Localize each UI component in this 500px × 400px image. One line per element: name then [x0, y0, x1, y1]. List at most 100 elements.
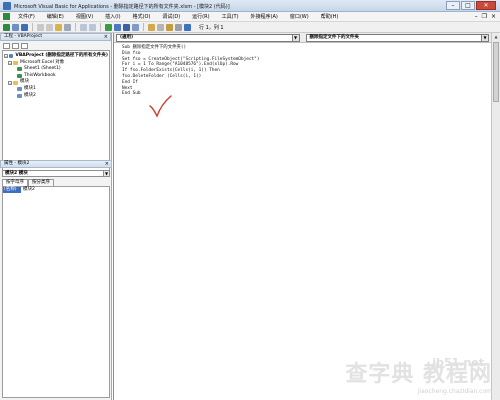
property-key: (名称): [3, 187, 21, 193]
project-explorer-icon[interactable]: [148, 23, 155, 31]
tree-node-label: 模块: [20, 79, 29, 85]
menu-file[interactable]: 文件(F): [12, 13, 41, 20]
toolbox-icon[interactable]: [175, 23, 182, 31]
properties-tabs: 按字母序 按分类序: [2, 179, 112, 186]
tree-node-project[interactable]: − VBAProject (删除指定路径下的所有文件夹): [4, 53, 108, 60]
menu-view[interactable]: 视图(V): [70, 13, 99, 20]
cursor-position: 行 1，列 1: [199, 24, 224, 31]
view-object-icon[interactable]: [12, 42, 19, 49]
object-combo[interactable]: (通用) ▼: [116, 34, 300, 42]
menu-tools[interactable]: 工具(T): [216, 13, 245, 20]
copy-icon[interactable]: [46, 23, 53, 31]
project-icon: [9, 54, 14, 59]
chevron-down-icon[interactable]: ▼: [103, 171, 109, 176]
collapse-icon[interactable]: −: [4, 54, 8, 59]
maximize-button[interactable]: □: [461, 1, 475, 10]
tree-node-label: 模块2: [24, 92, 36, 98]
save-icon[interactable]: [21, 23, 28, 31]
properties-grid: (名称) 模块2: [2, 186, 110, 398]
menu-window[interactable]: 窗口(W): [284, 13, 315, 20]
menu-debug[interactable]: 调试(D): [156, 13, 186, 20]
insert-module-icon[interactable]: [12, 23, 19, 31]
procedure-combo[interactable]: 删除指定文件下的文件夹 ▼: [305, 34, 489, 42]
tree-node-label: VBAProject (删除指定路径下的所有文件夹): [15, 53, 108, 58]
scroll-up-icon[interactable]: ▲: [492, 33, 500, 41]
object-browser-icon[interactable]: [166, 23, 173, 31]
workbook-icon: [17, 74, 22, 79]
watermark-url: jiaocheng.chazidian.com: [417, 388, 492, 395]
menu-run[interactable]: 运行(R): [186, 13, 215, 20]
folder-icon: [13, 80, 18, 85]
menu-help[interactable]: 帮助(H): [315, 13, 345, 20]
red-checkmark-annotation: [149, 95, 172, 118]
properties-panel-label: 属性 - 模块2: [4, 161, 30, 166]
toolbar-separator: [100, 23, 101, 31]
properties-panel: 属性 - 模块2 × 模块2 模块 ▼ 按字母序 按分类序 (名称) 模块2: [0, 160, 112, 398]
menu-edit[interactable]: 编辑(E): [41, 13, 70, 20]
tree-node-sheet1[interactable]: Sheet1 (Sheet1): [4, 66, 108, 73]
object-combo-value: (通用): [120, 35, 134, 40]
undo-icon[interactable]: [80, 23, 87, 31]
tab-categorized[interactable]: 按分类序: [28, 179, 54, 186]
property-row-name[interactable]: (名称) 模块2: [3, 187, 109, 193]
project-close-icon[interactable]: ×: [104, 34, 108, 40]
doc-minimize-button[interactable]: –: [475, 13, 478, 20]
menu-insert[interactable]: 插入(I): [99, 13, 126, 20]
chevron-down-icon[interactable]: ▼: [291, 35, 299, 41]
help-icon[interactable]: [184, 23, 191, 31]
break-icon[interactable]: [114, 23, 121, 31]
doc-restore-button[interactable]: ❐: [482, 13, 487, 20]
sheet-icon: [17, 67, 22, 72]
doc-window-controls: – ❐ ×: [475, 13, 496, 20]
properties-close-icon[interactable]: ×: [105, 161, 109, 167]
run-icon[interactable]: [105, 23, 112, 31]
vertical-scrollbar[interactable]: ▲: [491, 33, 500, 400]
property-value[interactable]: 模块2: [21, 187, 35, 193]
menu-format[interactable]: 格式(O): [127, 13, 157, 20]
toolbar-separator: [75, 23, 76, 31]
menu-addins[interactable]: 外接程序(A): [245, 13, 284, 20]
design-mode-icon[interactable]: [132, 23, 139, 31]
folder-icon: [13, 60, 18, 65]
paste-icon[interactable]: [55, 23, 62, 31]
toolbar-separator: [32, 23, 33, 31]
code-line[interactable]: End Sub: [122, 91, 482, 97]
properties-object-select[interactable]: 模块2 模块 ▼: [2, 170, 110, 177]
procedure-combo-value: 删除指定文件下的文件夹: [309, 35, 360, 40]
code-window: (通用) ▼ 删除指定文件下的文件夹 ▼ Sub 删除指定文件下的文件夹() D…: [113, 33, 491, 400]
properties-icon[interactable]: [157, 23, 164, 31]
doc-close-button[interactable]: ×: [491, 13, 496, 20]
code-editor[interactable]: Sub 删除指定文件下的文件夹() Dim fso Set fso = Crea…: [122, 45, 482, 97]
tree-node-modules[interactable]: − 模块: [4, 79, 108, 86]
minimize-button[interactable]: –: [446, 1, 460, 10]
watermark: jb51.net 查字典 教程网 jiaocheng.chazidian.com: [345, 356, 492, 395]
view-excel-icon[interactable]: [3, 23, 10, 31]
tree-node-label: Sheet1 (Sheet1): [24, 66, 61, 72]
redo-icon[interactable]: [89, 23, 96, 31]
project-tree: − VBAProject (删除指定路径下的所有文件夹) − Microsoft…: [2, 50, 110, 175]
left-dock: 工程 - VBAProject × − VBAProject (删除指定路径下的…: [0, 33, 112, 400]
toggle-folders-icon[interactable]: [21, 42, 28, 49]
title-bar: Microsoft Visual Basic for Applications …: [0, 0, 500, 12]
close-button[interactable]: ✕: [476, 1, 496, 10]
tab-alphabetic[interactable]: 按字母序: [2, 179, 28, 186]
project-toolbar: [0, 41, 111, 50]
find-icon[interactable]: [64, 23, 71, 31]
watermark-site: jb51.net: [432, 356, 484, 369]
reset-icon[interactable]: [123, 23, 130, 31]
window-controls: – □ ✕: [446, 1, 496, 10]
collapse-icon[interactable]: −: [8, 80, 12, 85]
tree-node-module2[interactable]: 模块2: [4, 93, 108, 100]
chevron-down-icon[interactable]: ▼: [481, 35, 488, 41]
view-code-icon[interactable]: [3, 42, 10, 49]
cut-icon[interactable]: [37, 23, 44, 31]
project-panel-label: 工程 - VBAProject: [4, 34, 43, 39]
properties-object-value: 模块2 模块: [5, 171, 28, 176]
tree-node-label: 模块1: [24, 85, 36, 91]
excel-icon[interactable]: [3, 13, 10, 20]
tree-node-module1[interactable]: 模块1: [4, 86, 108, 93]
collapse-icon[interactable]: −: [8, 60, 12, 65]
module-icon: [17, 87, 22, 92]
scroll-thumb[interactable]: [493, 42, 499, 102]
properties-panel-title: 属性 - 模块2 ×: [0, 160, 112, 168]
